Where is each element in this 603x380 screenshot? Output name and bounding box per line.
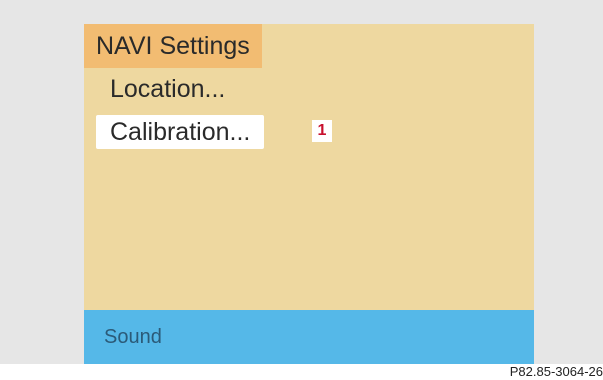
display-frame: NAVI Settings Location... Calibration...… (0, 0, 603, 364)
callout-number: 1 (312, 120, 332, 142)
sound-label: Sound (104, 326, 162, 348)
navi-screen: NAVI Settings Location... Calibration...… (84, 24, 534, 364)
menu-item-calibration[interactable]: Calibration... (96, 115, 265, 149)
figure-reference: P82.85-3064-26 (509, 364, 603, 379)
menu-title: NAVI Settings (84, 24, 262, 68)
sound-menu-bar[interactable]: Sound (84, 310, 534, 364)
menu-item-location[interactable]: Location... (96, 72, 239, 106)
